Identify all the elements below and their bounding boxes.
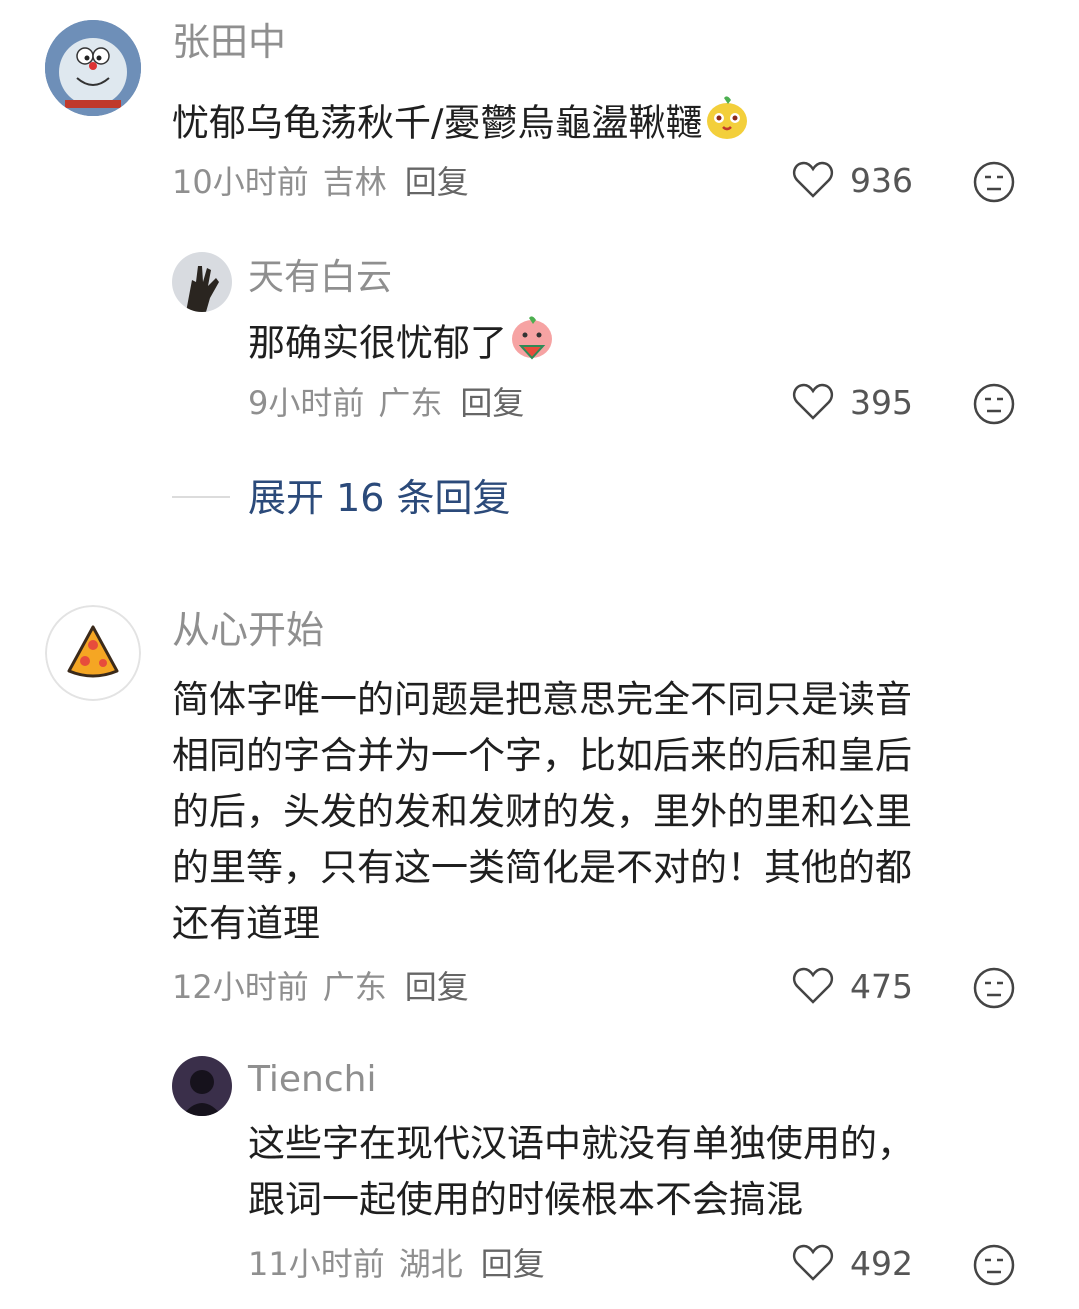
reply-button[interactable]: 回复 — [405, 968, 469, 1006]
comment-author[interactable]: 从心开始 — [172, 608, 324, 652]
like-count: 475 — [850, 966, 913, 1006]
like-button[interactable]: 475 — [792, 966, 913, 1006]
reply-button[interactable]: 回复 — [405, 163, 469, 201]
watermelon-emoji-icon — [507, 312, 557, 378]
reply-text: 那确实很忧郁了 — [248, 312, 557, 378]
reply-author[interactable]: Tienchi — [248, 1058, 376, 1102]
reply-location: 湖北 — [398, 1245, 463, 1283]
comment-text: 简体字唯一的问题是把意思完全不同只是读音 相同的字合并为一个字，比如后来的后和皇… — [172, 672, 1032, 952]
reply-time: 9小时前 — [248, 384, 365, 422]
reply-text: 这些字在现代汉语中就没有单独使用的， 跟词一起使用的时候根本不会搞混 — [248, 1116, 1048, 1228]
comment-text-line: 的里等，只有这一类简化是不对的！其他的都 — [172, 846, 912, 889]
comment-text-line: 相同的字合并为一个字，比如后来的后和皇后 — [172, 734, 912, 777]
avatar[interactable] — [45, 20, 141, 116]
reply-text-line: 跟词一起使用的时候根本不会搞混 — [248, 1178, 803, 1221]
comment-text-line: 的后，头发的发和发财的发，里外的里和公里 — [172, 790, 912, 833]
comment-text-line: 简体字唯一的问题是把意思完全不同只是读音 — [172, 678, 912, 721]
comment-text-content: 忧郁乌龟荡秋千/憂鬱烏龜盪鞦韆 — [172, 101, 703, 145]
reply-button[interactable]: 回复 — [460, 384, 524, 422]
cute-fruit-emoji-icon — [702, 92, 752, 158]
expand-replies-button[interactable]: 展开 16 条回复 — [248, 476, 511, 520]
comment-author[interactable]: 张田中 — [172, 20, 286, 64]
avatar[interactable] — [172, 252, 232, 312]
expand-divider — [172, 496, 230, 498]
reply-location: 广东 — [378, 384, 443, 422]
comment-meta: 12小时前 广东 回复 — [172, 967, 483, 1007]
comment-time: 10小时前 — [172, 163, 309, 201]
reply-time: 11小时前 — [248, 1245, 385, 1283]
reply-text-line: 这些字在现代汉语中就没有单独使用的， — [248, 1122, 914, 1165]
comment-time: 12小时前 — [172, 968, 309, 1006]
like-button[interactable]: 936 — [792, 160, 913, 200]
heart-icon — [792, 967, 834, 1004]
like-button[interactable]: 492 — [792, 1243, 913, 1283]
like-button[interactable]: 395 — [792, 382, 913, 422]
comment-text-line: 还有道理 — [172, 902, 320, 945]
heart-icon — [792, 1244, 834, 1281]
reply-meta: 9小时前 广东 回复 — [248, 383, 538, 423]
heart-icon — [792, 383, 834, 420]
comment-location: 广东 — [322, 968, 387, 1006]
comment-location: 吉林 — [322, 163, 387, 201]
comment-text: 忧郁乌龟荡秋千/憂鬱烏龜盪鞦韆 — [172, 92, 752, 158]
neutral-face-icon[interactable] — [972, 966, 1016, 1014]
avatar[interactable] — [45, 605, 141, 701]
avatar[interactable] — [172, 1056, 232, 1116]
neutral-face-icon[interactable] — [972, 1243, 1016, 1291]
reply-text-content: 那确实很忧郁了 — [248, 321, 507, 365]
like-count: 395 — [850, 382, 913, 422]
reply-button[interactable]: 回复 — [481, 1245, 545, 1283]
reply-author[interactable]: 天有白云 — [248, 256, 392, 300]
neutral-face-icon[interactable] — [972, 382, 1016, 430]
neutral-face-icon[interactable] — [972, 160, 1016, 208]
like-count: 492 — [850, 1243, 913, 1283]
like-count: 936 — [850, 160, 913, 200]
reply-meta: 11小时前 湖北 回复 — [248, 1244, 559, 1284]
heart-icon — [792, 161, 834, 198]
comment-meta: 10小时前 吉林 回复 — [172, 162, 483, 202]
